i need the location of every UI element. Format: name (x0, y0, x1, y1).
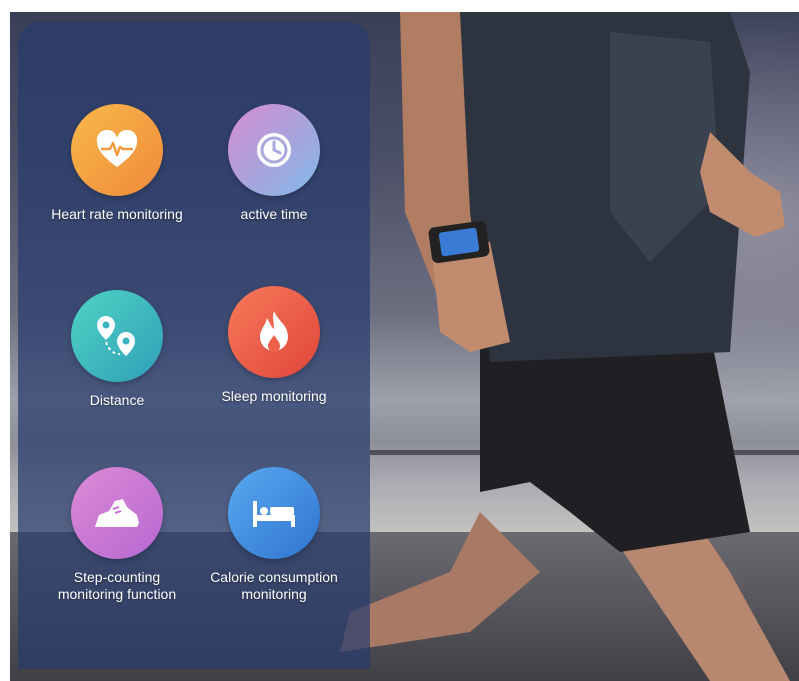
feature-label: Calorie consumption monitoring (210, 569, 338, 602)
feature-label: Distance (89, 392, 145, 408)
bed-icon (228, 467, 320, 559)
feature-heart-rate: Heart rate monitoring (32, 104, 202, 223)
sneaker-icon (71, 467, 163, 559)
feature-label: Sleep monitoring (221, 388, 327, 404)
heart-pulse-icon (71, 104, 163, 196)
feature-label: Step-counting monitoring function (57, 569, 177, 602)
feature-label: Heart rate monitoring (51, 206, 183, 222)
feature-distance: Distance (32, 290, 202, 409)
feature-active-time: active time (189, 104, 359, 223)
feature-step-counting: Step-counting monitoring function (32, 467, 202, 603)
features-panel: Heart rate monitoring active time Distan… (18, 22, 370, 669)
feature-label: active time (240, 206, 308, 222)
feature-sleep-monitoring: Sleep monitoring (189, 286, 359, 405)
location-pins-icon (71, 290, 163, 382)
flame-icon (228, 286, 320, 378)
feature-calorie-consumption: Calorie consumption monitoring (189, 467, 359, 603)
clock-icon (228, 104, 320, 196)
